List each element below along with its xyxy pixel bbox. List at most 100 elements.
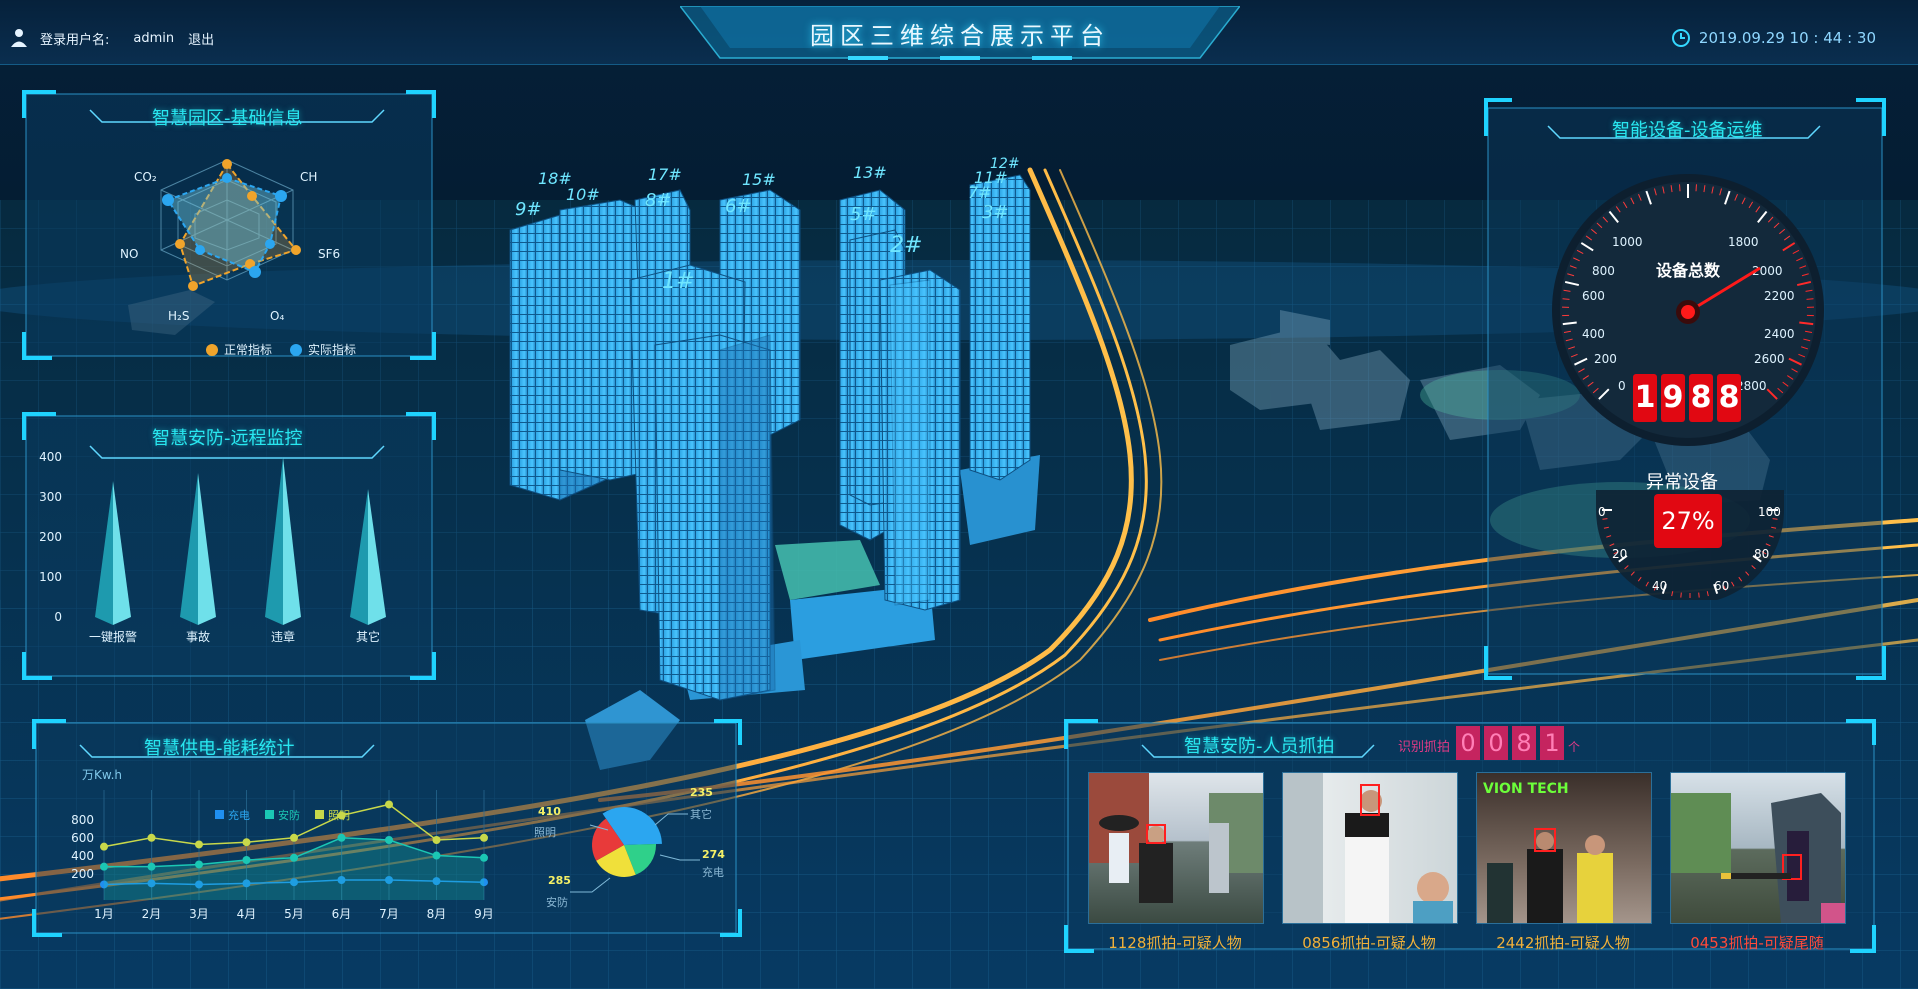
login-label: 登录用户名:	[40, 32, 110, 48]
legend-label-charge: 充电	[228, 808, 250, 822]
clock-icon	[1671, 29, 1690, 47]
pie-value-label: 285	[548, 874, 571, 887]
series-point	[385, 836, 393, 844]
series-point	[100, 842, 108, 851]
photo-scene	[1283, 773, 1453, 923]
photo-scene	[1671, 793, 1845, 923]
series-point	[385, 800, 393, 809]
capture-photo-1[interactable]	[1088, 772, 1264, 924]
abnormal-devices-label: 异常设备	[1646, 472, 1718, 493]
small-gauge-tick: 80	[1754, 547, 1769, 561]
odometer-digit: 9	[1661, 374, 1685, 422]
building-label: 5#	[850, 204, 877, 225]
capture-counter-digit: 8	[1512, 726, 1536, 760]
pie-value-label: 274	[702, 848, 725, 861]
gauge-tick-label: 2600	[1754, 352, 1785, 366]
panel-basic-title: 智慧园区-基础信息	[152, 108, 303, 129]
series-point	[480, 853, 488, 862]
building-label: 13#	[853, 163, 887, 182]
legend-normal-label: 正常指标	[224, 342, 272, 357]
capture-counter-label: 识别抓拍	[1398, 740, 1451, 755]
building-label: 9#	[515, 199, 542, 220]
legend-swatch-lighting	[315, 810, 324, 819]
gauge-tick-label: 1800	[1728, 235, 1759, 249]
legend-label-security: 安防	[278, 808, 300, 822]
x-category-label: 违章	[271, 629, 295, 644]
pie-name-label: 充电	[702, 865, 724, 879]
cone-bar-right	[113, 481, 131, 625]
series-point	[195, 860, 203, 869]
legend-swatch-charge	[215, 810, 224, 819]
capture-counter-digit: 0	[1456, 726, 1480, 760]
user-icon	[11, 29, 27, 47]
gauge-tick-label: 2200	[1764, 289, 1795, 303]
legend-label-lighting: 照明	[328, 809, 350, 822]
gauge-tick	[1806, 298, 1814, 300]
small-gauge-tick-mark	[1698, 592, 1700, 598]
series-point	[480, 833, 488, 842]
radar-axis-label: SF6	[318, 247, 340, 261]
capture-counter-digit: 1	[1540, 726, 1564, 760]
logout-link[interactable]: 退出	[188, 29, 214, 48]
datetime: 2019.09.29 10 : 44 : 30	[1698, 29, 1876, 47]
capture-counter-digit: 0	[1484, 726, 1508, 760]
abnormal-percentage: 27%	[1654, 494, 1722, 548]
radar-axis-label: O₄	[270, 309, 284, 323]
radar-chart: CO₂ CH SF6 O₄ H₂S NO	[120, 159, 340, 323]
cone-bar-left	[95, 481, 113, 625]
x-month-label: 2月	[142, 907, 162, 920]
radar-axis-label: H₂S	[168, 309, 189, 323]
power-pie-chart: 410 照明 235 其它 274 充电 285 安防	[534, 786, 725, 909]
y-tick: 300	[39, 490, 62, 504]
building-label: 8#	[645, 190, 672, 211]
building-label: 6#	[725, 196, 752, 217]
gauge-tick-label: 0	[1618, 379, 1626, 393]
pie-name-label: 其它	[690, 807, 712, 821]
radar-axis-label: NO	[120, 247, 138, 261]
series-point	[242, 856, 251, 864]
capture-photo-2[interactable]	[1282, 772, 1458, 924]
cone-bar-right	[368, 489, 386, 625]
odometer-digit: 1	[1633, 374, 1657, 422]
panel-devices-title: 智能设备-设备运维	[1612, 120, 1763, 141]
capture-photo-4[interactable]	[1670, 772, 1846, 924]
capture-photo-3[interactable]: VION TECH	[1476, 772, 1652, 924]
panel-capture-title: 智慧安防-人员抓拍	[1184, 736, 1335, 757]
cone-bar-left	[180, 473, 198, 625]
building-label: 17#	[648, 165, 682, 184]
capture-caption: 2442抓拍-可疑人物	[1496, 934, 1630, 952]
building-label: 3#	[982, 202, 1009, 223]
y-tick: 400	[39, 450, 62, 464]
gauge-tick-label: 1000	[1612, 235, 1643, 249]
gauge-tick-label: 800	[1592, 264, 1615, 278]
series-point	[195, 840, 203, 849]
capture-counter-unit: 个	[1568, 740, 1581, 754]
series-point	[147, 862, 156, 871]
pie-name-label: 安防	[546, 895, 568, 909]
device-gauge: 0 200 400 600 800 1000 1800 2000 2200 24…	[1552, 174, 1824, 446]
gauge-tick	[1562, 298, 1570, 300]
series-point	[290, 853, 298, 862]
building-label: 7#	[968, 183, 992, 202]
radar-legend: 正常指标 实际指标	[206, 342, 356, 357]
legend-dot-normal	[206, 344, 218, 356]
series-point	[147, 833, 156, 842]
odometer-digit: 8	[1717, 374, 1741, 422]
x-month-label: 7月	[379, 907, 399, 920]
photo-scene	[1089, 773, 1263, 903]
y-tick: 800	[71, 813, 94, 827]
y-tick: 0	[54, 610, 62, 624]
gauge-center-label: 设备总数	[1656, 261, 1721, 280]
page-title: 园区三维综合展示平台	[810, 22, 1110, 50]
cone-bar-right	[198, 473, 216, 625]
series-point	[100, 862, 108, 871]
gauge-tick-label: 600	[1582, 289, 1605, 303]
small-gauge-tick: 20	[1612, 547, 1627, 561]
legend-swatch-security	[265, 810, 274, 819]
legend-actual-label: 实际指标	[308, 342, 356, 357]
capture-caption: 1128抓拍-可疑人物	[1108, 934, 1242, 952]
cone-bar-chart: 400 300 200 100 0 一键报警 事故 违章 其它	[39, 450, 386, 644]
building-label: 15#	[742, 170, 776, 189]
panel-power-title: 智慧供电-能耗统计	[144, 738, 295, 759]
odometer-digit: 8	[1689, 374, 1713, 422]
